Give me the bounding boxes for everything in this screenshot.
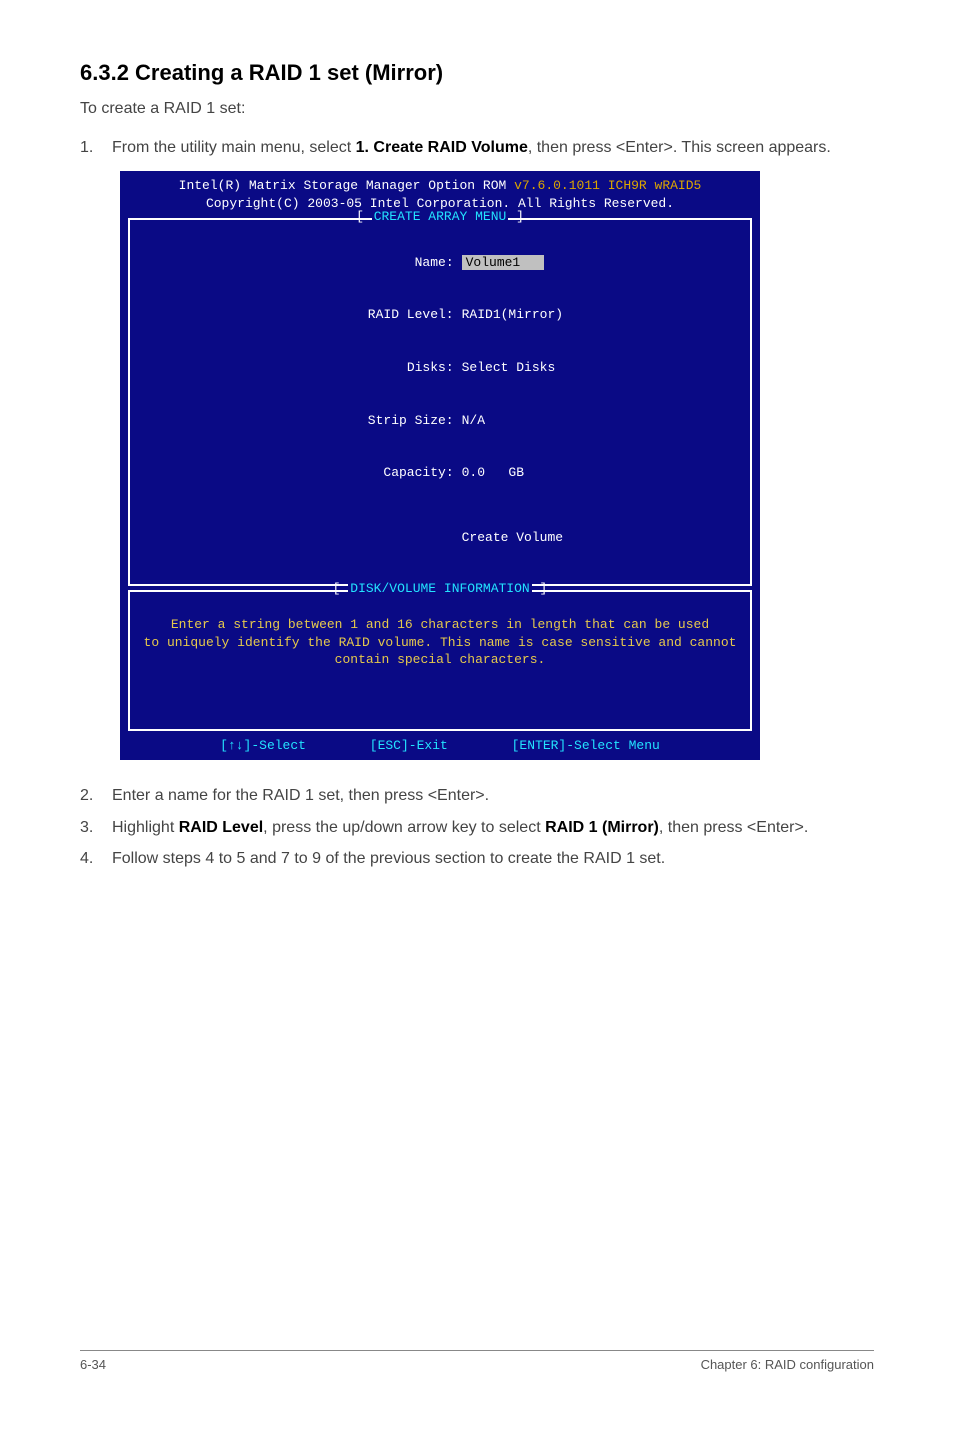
disks-label: Disks: bbox=[314, 359, 454, 377]
capacity-value: 0.0 GB bbox=[454, 464, 524, 482]
create-volume-action: Create Volume bbox=[462, 530, 563, 545]
step-3-body: Highlight RAID Level, press the up/down … bbox=[112, 816, 874, 839]
disk-volume-title: [ DISK/VOLUME INFORMATION ] bbox=[128, 580, 752, 598]
intro-text: To create a RAID 1 set: bbox=[80, 100, 874, 118]
step-4-body: Follow steps 4 to 5 and 7 to 9 of the pr… bbox=[112, 847, 874, 870]
step-1-number: 1. bbox=[80, 136, 112, 159]
bios-footer-keys: [↑↓]-Select [ESC]-Exit [ENTER]-Select Me… bbox=[120, 735, 760, 761]
footer-page-number: 6-34 bbox=[80, 1357, 106, 1372]
capacity-label: Capacity: bbox=[314, 464, 454, 482]
footer-chapter-label: Chapter 6: RAID configuration bbox=[701, 1357, 874, 1372]
step-3-bold1: RAID Level bbox=[179, 819, 263, 836]
step-1-pre: From the utility main menu, select bbox=[112, 139, 356, 156]
strip-size-label: Strip Size: bbox=[314, 412, 454, 430]
step-2: 2. Enter a name for the RAID 1 set, then… bbox=[80, 784, 874, 807]
disk-volume-panel: [ DISK/VOLUME INFORMATION ] Enter a stri… bbox=[128, 590, 752, 731]
bios-screenshot: Intel(R) Matrix Storage Manager Option R… bbox=[120, 171, 760, 760]
footer-enter-key: [ENTER]-Select Menu bbox=[512, 738, 660, 753]
raid-level-label: RAID Level: bbox=[314, 306, 454, 324]
step-2-number: 2. bbox=[80, 784, 112, 807]
footer-exit-key: [ESC]-Exit bbox=[370, 738, 448, 753]
step-3-bold2: RAID 1 (Mirror) bbox=[545, 819, 659, 836]
step-1-body: From the utility main menu, select 1. Cr… bbox=[112, 136, 874, 159]
info-line-3: contain special characters. bbox=[140, 651, 740, 669]
step-3: 3. Highlight RAID Level, press the up/do… bbox=[80, 816, 874, 839]
name-value: Volume1 bbox=[462, 255, 545, 270]
bios-header-line1-hilite: v7.6.0.1011 ICH9R wRAID5 bbox=[514, 178, 701, 193]
section-heading: 6.3.2 Creating a RAID 1 set (Mirror) bbox=[80, 60, 874, 86]
info-line-2: to uniquely identify the RAID volume. Th… bbox=[140, 634, 740, 652]
create-array-panel: [ CREATE ARRAY MENU ] Name:Volume1 RAID … bbox=[128, 218, 752, 586]
step-1-post: , then press <Enter>. This screen appear… bbox=[528, 139, 831, 156]
bios-header-line1-pre: Intel(R) Matrix Storage Manager Option R… bbox=[179, 178, 514, 193]
page-footer: 6-34 Chapter 6: RAID configuration bbox=[80, 1350, 874, 1372]
name-label: Name: bbox=[314, 254, 454, 272]
disks-value: Select Disks bbox=[454, 359, 556, 377]
step-1: 1. From the utility main menu, select 1.… bbox=[80, 136, 874, 159]
step-3-post: , then press <Enter>. bbox=[659, 819, 808, 836]
step-3-number: 3. bbox=[80, 816, 112, 839]
raid-level-value: RAID1(Mirror) bbox=[454, 306, 563, 324]
step-4-number: 4. bbox=[80, 847, 112, 870]
footer-select-key: [↑↓]-Select bbox=[220, 738, 306, 753]
info-help-text: Enter a string between 1 and 16 characte… bbox=[140, 616, 740, 669]
step-1-bold: 1. Create RAID Volume bbox=[356, 139, 528, 156]
create-array-title: [ CREATE ARRAY MENU ] bbox=[128, 208, 752, 226]
info-line-1: Enter a string between 1 and 16 characte… bbox=[140, 616, 740, 634]
step-2-body: Enter a name for the RAID 1 set, then pr… bbox=[112, 784, 874, 807]
strip-size-value: N/A bbox=[454, 412, 485, 430]
form-area: Name: Volume1 RAID Level:RAID1(Mirror) Di… bbox=[140, 236, 740, 564]
step-3-pre: Highlight bbox=[112, 819, 179, 836]
step-3-mid: , press the up/down arrow key to select bbox=[263, 819, 545, 836]
step-4: 4. Follow steps 4 to 5 and 7 to 9 of the… bbox=[80, 847, 874, 870]
